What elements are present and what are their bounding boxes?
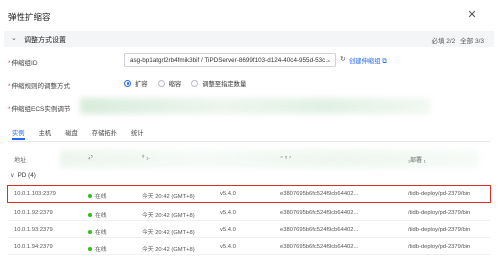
col-address: 地址 [14, 158, 27, 164]
asg-label: *伸缩组ID [8, 60, 38, 67]
tab-divider [8, 141, 490, 142]
dialog-title: 弹性扩缩容 [8, 12, 51, 22]
cell-version: v5.4.0 [220, 210, 236, 216]
cell-dir: /tidb-deploy/pd-2379/bin [408, 227, 471, 233]
mode-label: *伸缩规则的调整方式 [8, 83, 71, 90]
table-row[interactable]: 10.0.1.94:2379 在线 今天 20:42 (GMT+8) v5.4.… [8, 239, 490, 255]
col-status: ₄⁵ [88, 155, 93, 161]
table-row[interactable]: 10.0.1.103:2379 在线 今天 20:42 (GMT+8) v5.4… [7, 185, 491, 203]
section-counts: 必填 2/2 全部 3/3 [429, 35, 485, 45]
instance-tabs: 实例 主机 磁盘 存储拓扑 统计 [12, 128, 158, 140]
cell-version: v5.4.0 [220, 227, 236, 233]
radio-set-count[interactable]: 调整至指定数量 [191, 79, 246, 88]
section-title: 调整方式设置 [24, 37, 66, 44]
cell-status: 在线 [88, 227, 107, 236]
radio-scale-in[interactable]: 缩容 [157, 79, 181, 88]
cell-dir: /tidb-deploy/pd-2379/bin [408, 244, 471, 250]
tab-disks[interactable]: 磁盘 [65, 128, 78, 140]
tab-statistics[interactable]: 统计 [131, 128, 144, 140]
cell-start: 今天 20:42 (GMT+8) [142, 230, 195, 236]
blurred-overlay [80, 98, 430, 114]
cell-address: 10.0.1.94:2379 [14, 244, 53, 250]
chevron-down-icon: ⌄ [11, 35, 17, 42]
cell-status: 在线 [88, 210, 107, 219]
cell-start: 今天 20:42 (GMT+8) [142, 247, 195, 253]
refresh-icon[interactable]: ↻ [340, 55, 346, 63]
cell-hash: e3807695b6fc524f9cb64402... [280, 244, 359, 250]
cell-dir: /tidb-deploy/pd-2379/bin [408, 210, 471, 216]
cell-start: 今天 20:42 (GMT+8) [142, 194, 195, 200]
cell-address: 10.0.1.103:2379 [14, 191, 56, 197]
cell-status: 在线 [88, 191, 107, 200]
col-start-time: ⁸ ₁. [142, 155, 150, 161]
ecs-label: *伸缩组ECS实例调节 [8, 106, 71, 113]
cell-address: 10.0.1.93:2379 [14, 227, 53, 233]
total-count: 全部 3/3 [460, 38, 484, 45]
dialog-header: 弹性扩缩容 ✕ [0, 0, 498, 30]
mode-radio-group: 扩容 缩容 调整至指定数量 [124, 78, 256, 88]
asg-select[interactable]: asg-bp1atgrl2rb4fmik3bif / TiPDServer-86… [124, 53, 336, 67]
cell-hash: e3807695b6fc524f9cb64402... [280, 210, 359, 216]
section-header[interactable]: ⌄ 调整方式设置 必填 2/2 全部 3/3 [4, 31, 494, 47]
cell-hash: e3807695b6fc524f9cb64402... [280, 227, 359, 233]
cell-version: v5.4.0 [220, 191, 236, 197]
asg-select-value: asg-bp1atgrl2rb4fmik3bif / TiPDServer-86… [130, 57, 331, 64]
group-pd[interactable]: ∨ PD (4) [10, 172, 36, 179]
radio-scale-out[interactable]: 扩容 [124, 79, 148, 88]
external-link-icon: ⧉ [382, 58, 387, 65]
cell-address: 10.0.1.92:2379 [14, 210, 53, 216]
tab-hosts[interactable]: 主机 [39, 128, 52, 140]
cell-version: v5.4.0 [220, 244, 236, 250]
tab-storage-topology[interactable]: 存储拓扑 [92, 128, 117, 140]
table-header: 地址 ₄⁵ ⁸ ₁. ⁼ ⁵ ⁷ ₁部署 ₁ [8, 152, 490, 166]
cell-hash: e3807695b6fc524f9cb64402... [280, 191, 359, 197]
col-deploy-dir: ₁部署 ₁ [408, 158, 426, 164]
table-row[interactable]: 10.0.1.93:2379 在线 今天 20:42 (GMT+8) v5.4.… [8, 222, 490, 238]
required-count: 必填 2/2 [431, 38, 456, 45]
table-row[interactable]: 10.0.1.92:2379 在线 今天 20:42 (GMT+8) v5.4.… [8, 205, 490, 221]
cell-dir: /tidb-deploy/pd-2379/bin [408, 191, 471, 197]
cell-status: 在线 [88, 244, 107, 253]
create-asg-link[interactable]: 创建伸缩组 ⧉ [349, 56, 387, 66]
chevron-down-icon: ⌄ [325, 57, 331, 63]
chevron-down-icon: ∨ [10, 172, 15, 179]
cell-start: 今天 20:42 (GMT+8) [142, 213, 195, 219]
tab-instances[interactable]: 实例 [12, 128, 25, 140]
close-icon[interactable]: ✕ [466, 9, 478, 21]
col-git-hash: ⁼ ⁵ ⁷ [280, 156, 292, 162]
